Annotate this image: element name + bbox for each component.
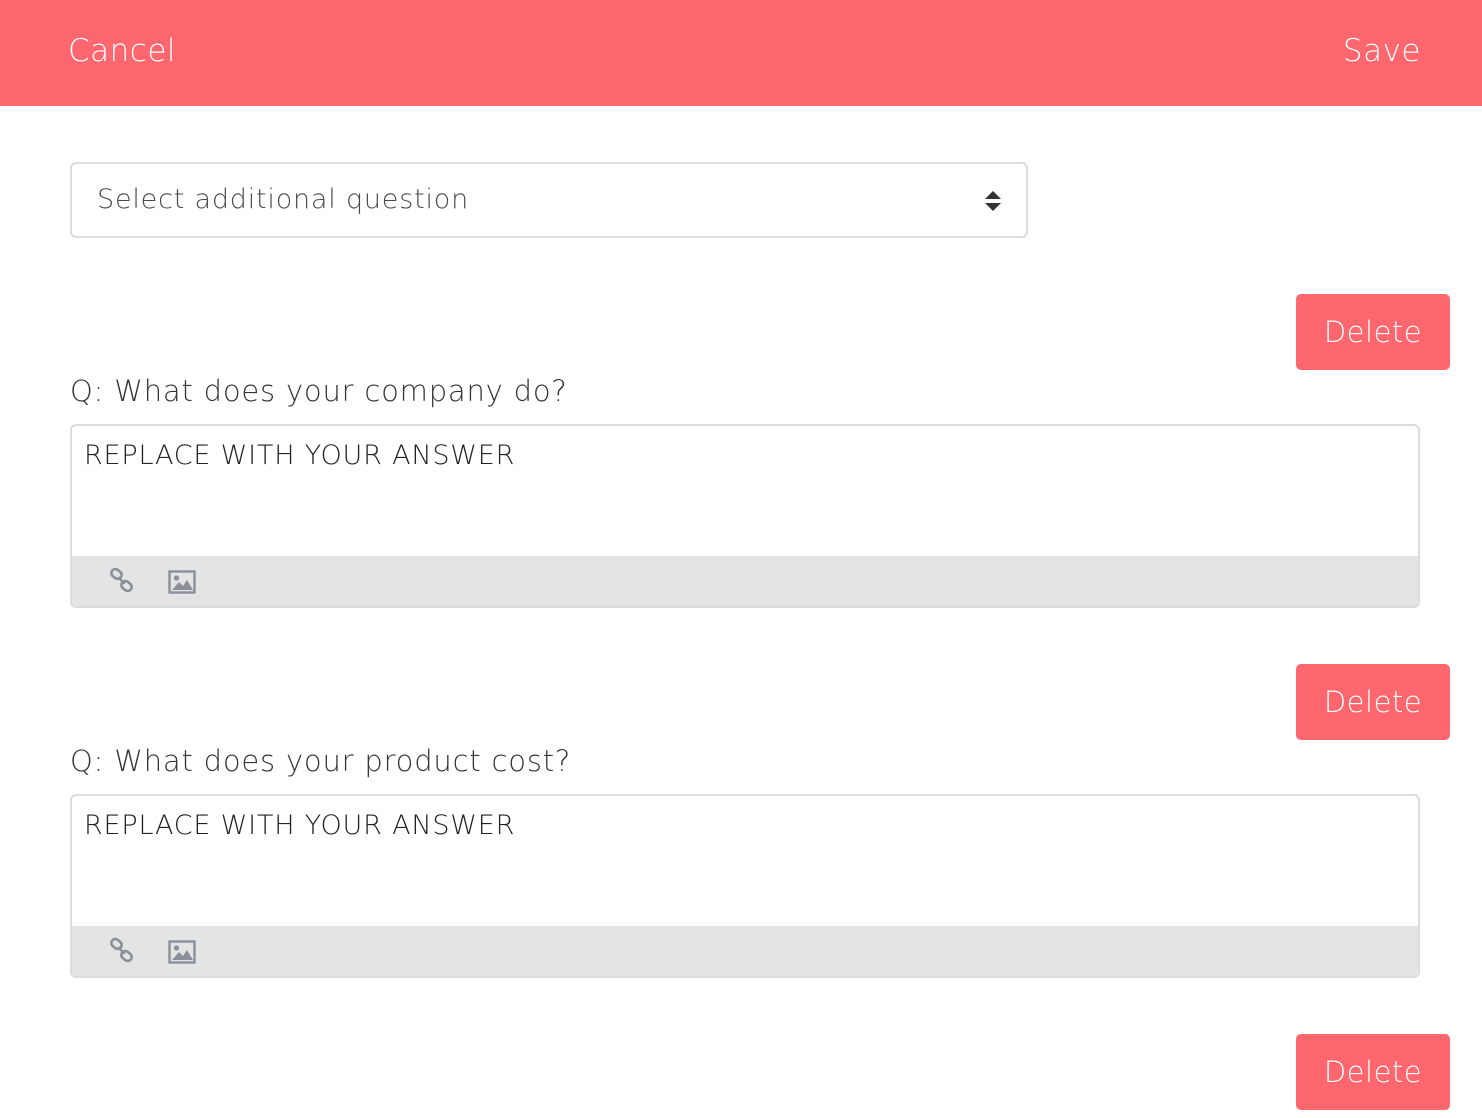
delete-button[interactable]: Delete xyxy=(1296,294,1450,370)
question-label: Q: What does your product cost? xyxy=(70,744,572,778)
delete-button[interactable]: Delete xyxy=(1296,1034,1450,1110)
cancel-button[interactable]: Cancel xyxy=(68,30,176,72)
top-bar: Cancel Save xyxy=(0,0,1482,106)
answer-editor[interactable]: REPLACE WITH YOUR ANSWER xyxy=(70,424,1420,608)
answer-text[interactable]: REPLACE WITH YOUR ANSWER xyxy=(84,438,1406,474)
answer-text[interactable]: REPLACE WITH YOUR ANSWER xyxy=(84,808,1406,844)
editor-toolbar xyxy=(72,926,1418,976)
editor-toolbar xyxy=(72,556,1418,606)
sort-arrows-icon xyxy=(984,190,1002,212)
select-placeholder: Select additional question xyxy=(97,184,469,215)
answer-editor[interactable]: REPLACE WITH YOUR ANSWER xyxy=(70,794,1420,978)
link-icon[interactable] xyxy=(108,567,138,597)
save-button[interactable]: Save xyxy=(1343,30,1421,72)
image-icon[interactable] xyxy=(167,937,197,967)
question-label: Q: What does your company do? xyxy=(70,374,568,408)
link-icon[interactable] xyxy=(108,937,138,967)
delete-button[interactable]: Delete xyxy=(1296,664,1450,740)
image-icon[interactable] xyxy=(167,567,197,597)
additional-question-select[interactable]: Select additional question xyxy=(70,162,1028,238)
